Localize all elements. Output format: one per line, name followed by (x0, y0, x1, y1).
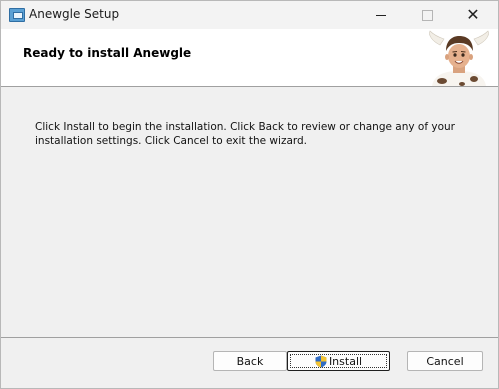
window-title: Anewgle Setup (29, 7, 120, 21)
back-button-label: Back (236, 354, 264, 368)
install-button[interactable]: Install (287, 351, 390, 371)
setup-window: Anewgle Setup ✕ Ready to install Anewgle (0, 0, 499, 389)
install-button-label: Install (328, 354, 363, 368)
minimize-icon (376, 14, 386, 16)
instructions-text: Click Install to begin the installation.… (35, 121, 455, 147)
footer-divider (1, 337, 498, 338)
cancel-button[interactable]: Cancel (407, 351, 483, 371)
installer-icon (9, 8, 25, 22)
close-icon: ✕ (466, 5, 480, 24)
header-banner: Ready to install Anewgle (1, 29, 498, 87)
minimize-button[interactable] (358, 1, 404, 29)
maximize-icon (421, 9, 433, 21)
page-title: Ready to install Anewgle (23, 46, 192, 60)
back-button[interactable]: Back (213, 351, 287, 371)
maximize-button (404, 1, 450, 29)
bull-mascot-image (429, 30, 489, 86)
title-bar[interactable]: Anewgle Setup ✕ (1, 1, 498, 29)
close-button[interactable]: ✕ (450, 1, 496, 29)
cancel-button-label: Cancel (426, 354, 464, 368)
